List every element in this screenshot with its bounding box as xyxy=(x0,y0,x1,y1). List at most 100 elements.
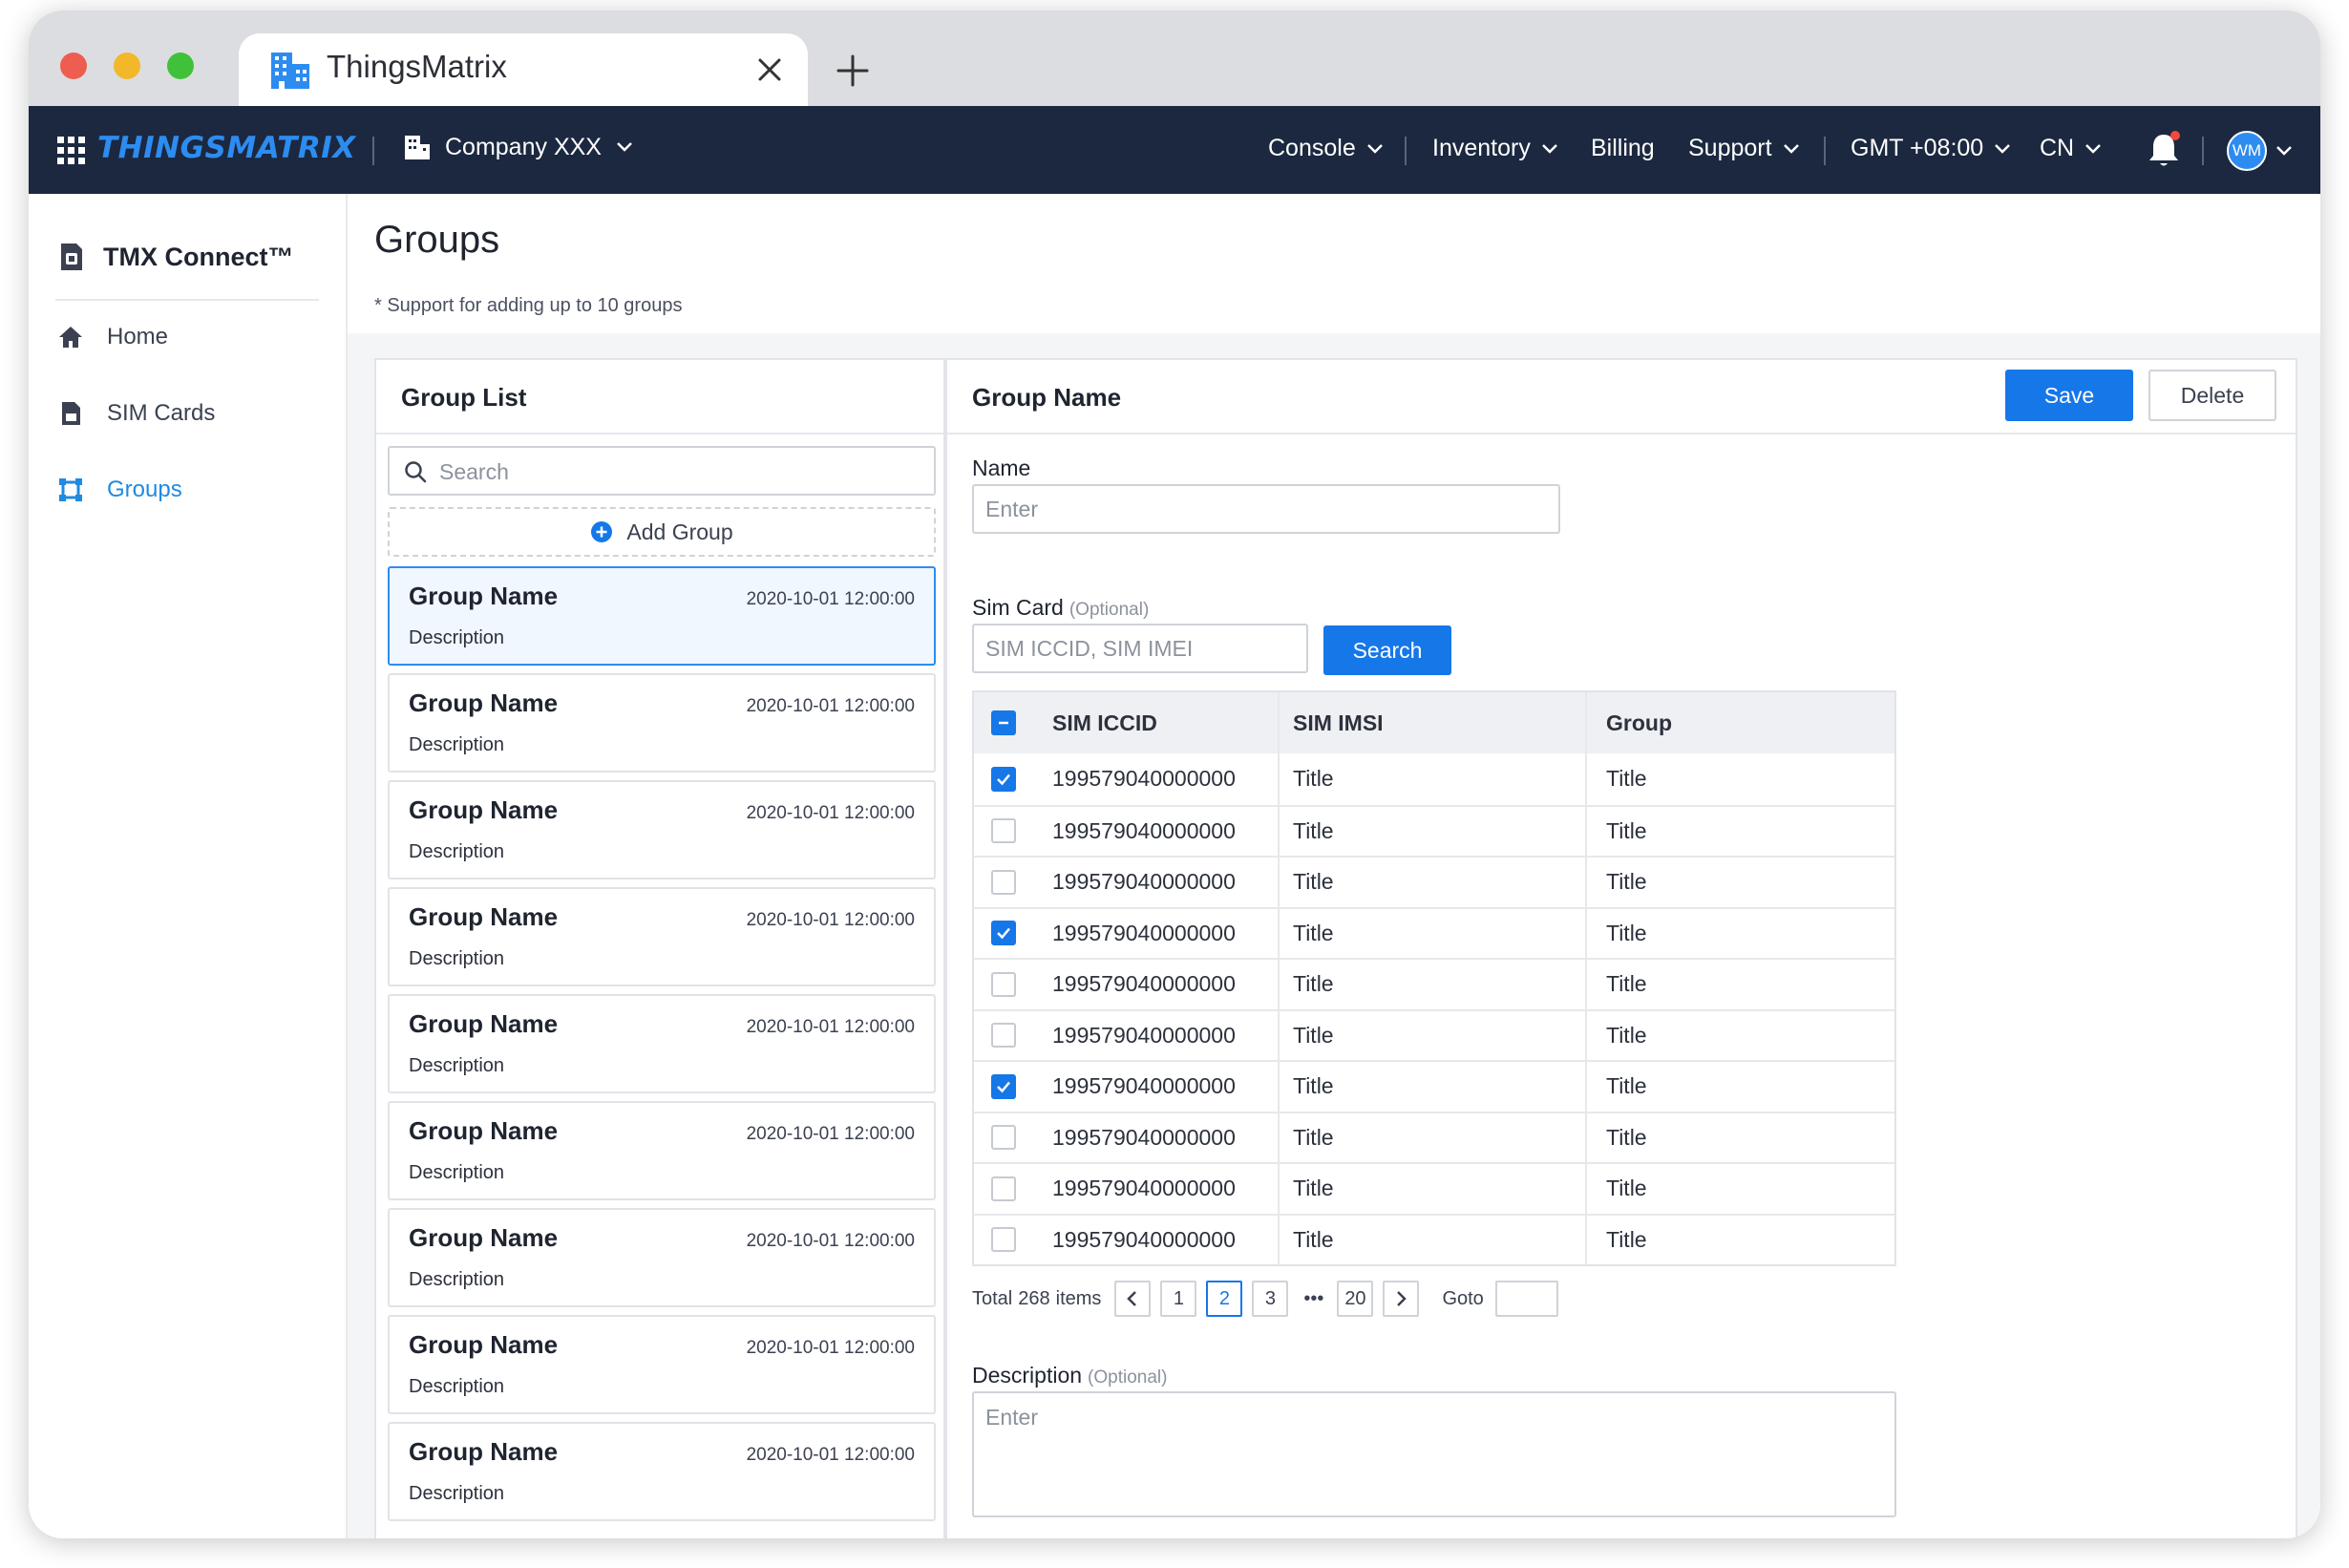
sim-search-button[interactable]: Search xyxy=(1323,625,1451,675)
sidebar-item-home[interactable]: Home xyxy=(57,324,168,350)
browser-chrome: ThingsMatrix xyxy=(29,11,2320,106)
company-selector[interactable]: Company XXX xyxy=(403,133,634,161)
new-tab-icon[interactable] xyxy=(831,49,875,93)
sidebar-item-label: Home xyxy=(107,324,169,350)
cell-iccid: 199579040000000 xyxy=(1052,1124,1236,1150)
table-row[interactable]: 199579040000000 Title Title xyxy=(974,1111,1894,1162)
sidebar-item-groups[interactable]: Groups xyxy=(57,477,182,503)
nav-billing[interactable]: Billing xyxy=(1591,135,1655,162)
page-1[interactable]: 1 xyxy=(1160,1281,1197,1317)
group-card-description: Description xyxy=(409,1269,505,1290)
table-row[interactable]: 199579040000000 Title Title xyxy=(974,753,1894,805)
app-grid-icon[interactable] xyxy=(57,137,86,165)
group-card[interactable]: Group Name 2020-10-01 12:00:00 Description xyxy=(388,994,936,1093)
cell-iccid: 199579040000000 xyxy=(1052,1022,1236,1048)
row-checkbox-cell xyxy=(991,1062,1016,1112)
row-checkbox[interactable] xyxy=(991,1023,1016,1049)
row-checkbox[interactable] xyxy=(991,1125,1016,1151)
group-search-input[interactable]: Search xyxy=(388,446,936,496)
row-checkbox[interactable] xyxy=(991,1176,1016,1201)
column-header-imsi[interactable]: SIM IMSI xyxy=(1278,692,1585,753)
sim-search-input[interactable]: SIM ICCID, SIM IMEI xyxy=(972,624,1308,673)
nav-inventory[interactable]: Inventory xyxy=(1432,135,1559,162)
table-row[interactable]: 199579040000000 Title Title xyxy=(974,1008,1894,1060)
tab-title: ThingsMatrix xyxy=(327,49,507,84)
group-card[interactable]: Group Name 2020-10-01 12:00:00 Description xyxy=(388,1315,936,1414)
cell-group: Title xyxy=(1585,858,1896,907)
chevron-down-icon xyxy=(2085,143,2101,154)
table-row[interactable]: 199579040000000 Title Title xyxy=(974,958,1894,1009)
browser-tab[interactable]: ThingsMatrix xyxy=(239,33,808,106)
group-card[interactable]: Group Name 2020-10-01 12:00:00 Description xyxy=(388,566,936,666)
goto-input[interactable] xyxy=(1494,1281,1558,1317)
cell-iccid: 199579040000000 xyxy=(1052,1226,1236,1252)
sidebar: TMX Connect™ Home SIM Cards Groups xyxy=(29,194,348,1538)
group-card[interactable]: Group Name 2020-10-01 12:00:00 Description xyxy=(388,1101,936,1200)
description-label: Description (Optional) xyxy=(972,1363,1167,1388)
save-button[interactable]: Save xyxy=(2005,370,2133,421)
prev-page-button[interactable] xyxy=(1114,1281,1152,1317)
nav-console[interactable]: Console xyxy=(1268,135,1385,162)
row-checkbox[interactable] xyxy=(991,818,1016,844)
close-window-button[interactable] xyxy=(60,53,87,79)
table-row[interactable]: 199579040000000 Title Title xyxy=(974,856,1894,907)
nav-support[interactable]: Support xyxy=(1688,135,1801,162)
row-checkbox[interactable] xyxy=(991,766,1016,792)
group-card-date: 2020-10-01 12:00:00 xyxy=(746,1124,915,1144)
timezone-selector[interactable]: GMT +08:00 xyxy=(1851,135,2012,162)
group-card[interactable]: Group Name 2020-10-01 12:00:00 Description xyxy=(388,673,936,773)
group-card-description: Description xyxy=(409,627,505,648)
row-checkbox[interactable] xyxy=(991,1073,1016,1099)
avatar[interactable]: WM xyxy=(2227,131,2267,171)
page-last[interactable]: 20 xyxy=(1337,1281,1374,1317)
group-card[interactable]: Group Name 2020-10-01 12:00:00 Description xyxy=(388,1208,936,1307)
name-input[interactable]: Enter xyxy=(972,484,1560,534)
row-checkbox[interactable] xyxy=(991,869,1016,895)
chevron-down-icon xyxy=(1783,143,1799,154)
page-3[interactable]: 3 xyxy=(1252,1281,1289,1317)
column-header-group[interactable]: Group xyxy=(1585,692,1896,753)
table-row[interactable]: 199579040000000 Title Title xyxy=(974,804,1894,857)
maximize-window-button[interactable] xyxy=(167,53,194,79)
main-content: Groups * Support for adding up to 10 gro… xyxy=(348,194,2320,1538)
group-card[interactable]: Group Name 2020-10-01 12:00:00 Description xyxy=(388,780,936,879)
sidebar-item-sim-cards[interactable]: SIM Cards xyxy=(57,400,215,427)
next-page-button[interactable] xyxy=(1383,1281,1420,1317)
add-group-button[interactable]: Add Group xyxy=(388,507,936,557)
column-header-iccid[interactable]: SIM ICCID xyxy=(1052,692,1157,753)
top-navbar: THINGSMATRIX Company XXX Console Invento… xyxy=(29,106,2320,194)
cell-group: Title xyxy=(1585,1062,1896,1112)
description-textarea[interactable]: Enter xyxy=(972,1391,1896,1517)
company-name: Company XXX xyxy=(445,133,602,160)
page-2[interactable]: 2 xyxy=(1206,1281,1243,1317)
table-row[interactable]: 199579040000000 Title Title xyxy=(974,1162,1894,1214)
pagination-ellipsis[interactable]: ••• xyxy=(1303,1288,1323,1310)
sidebar-product-label: TMX Connect™ xyxy=(103,242,294,271)
language-selector[interactable]: CN xyxy=(2040,135,2103,162)
cell-imsi: Title xyxy=(1278,908,1585,958)
minimize-window-button[interactable] xyxy=(114,53,140,79)
group-card[interactable]: Group Name 2020-10-01 12:00:00 Description xyxy=(388,1422,936,1521)
row-checkbox[interactable] xyxy=(991,921,1016,946)
notification-bell-icon[interactable] xyxy=(2145,129,2183,171)
delete-button[interactable]: Delete xyxy=(2148,370,2276,421)
chevron-down-icon[interactable] xyxy=(2275,144,2294,158)
sim-card-icon xyxy=(62,402,80,425)
chevron-left-icon xyxy=(1127,1291,1137,1306)
row-checkbox-cell xyxy=(991,807,1016,857)
sim-card-label: Sim Card (Optional) xyxy=(972,595,1149,621)
search-icon xyxy=(405,461,427,483)
group-card-date: 2020-10-01 12:00:00 xyxy=(746,803,915,823)
brand-logo[interactable]: THINGSMATRIX xyxy=(97,131,356,165)
row-checkbox[interactable] xyxy=(991,971,1016,997)
select-all-checkbox[interactable] xyxy=(991,710,1016,735)
chevron-right-icon xyxy=(1397,1291,1407,1306)
group-card[interactable]: Group Name 2020-10-01 12:00:00 Description xyxy=(388,887,936,986)
close-tab-icon[interactable] xyxy=(749,49,791,91)
table-row[interactable]: 199579040000000 Title Title xyxy=(974,1213,1894,1264)
divider xyxy=(55,299,319,301)
group-card-name: Group Name xyxy=(409,1223,559,1252)
row-checkbox[interactable] xyxy=(991,1227,1016,1253)
table-row[interactable]: 199579040000000 Title Title xyxy=(974,1060,1894,1112)
table-row[interactable]: 199579040000000 Title Title xyxy=(974,906,1894,958)
